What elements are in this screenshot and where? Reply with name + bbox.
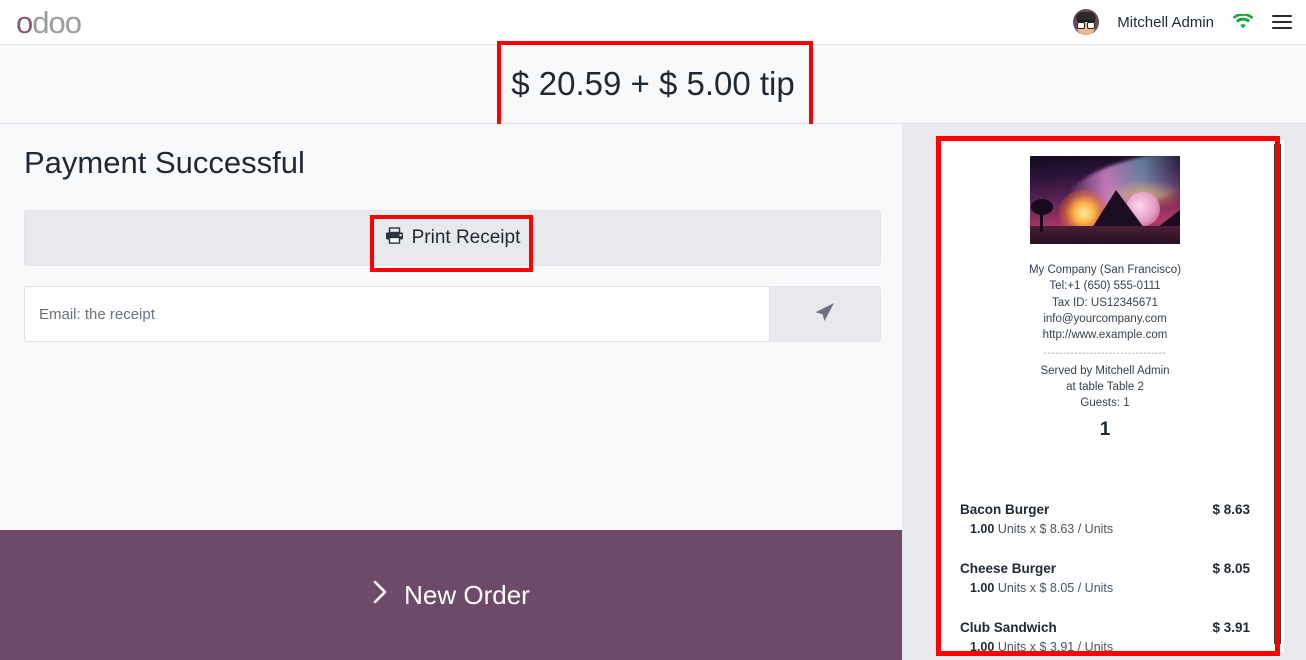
hamburger-line (1272, 27, 1292, 30)
hamburger-line (1272, 20, 1292, 24)
email-input[interactable] (24, 286, 769, 342)
receipt-served-by: Served by Mitchell Admin (1040, 364, 1170, 377)
payment-success-pane: Payment Successful Print Receipt (0, 124, 902, 530)
receipt-email: info@yourcompany.com (1043, 312, 1167, 325)
page-title: Payment Successful (24, 145, 305, 180)
navbar-right-group: Mitchell Admin (1073, 9, 1292, 35)
odoo-logo-first-letter: o (16, 4, 33, 40)
pos-payment-screen: o doo Mitchell Admin $ 20.59 + $ 5.00 ti… (0, 0, 1306, 660)
odoo-logo-rest: doo (32, 4, 82, 40)
new-order-inner: New Order (372, 578, 530, 613)
receipt-line-name: Club Sandwich (960, 619, 1057, 635)
chevron-right-icon (372, 578, 390, 613)
receipt-line-price: $ 8.05 (1212, 560, 1250, 576)
receipt-company-name: My Company (San Francisco) (1028, 264, 1182, 276)
paper-plane-icon (812, 300, 838, 329)
receipt-table: at table Table 2 (1066, 381, 1144, 394)
receipt-line-detail: 1.00 Units x $ 8.05 / Units (960, 580, 1250, 598)
receipt-line-item: Club Sandwich $ 3.91 1.00 Units x $ 3.91… (960, 618, 1250, 652)
receipt-line-unit-text: Units x $ 8.63 / Units (997, 521, 1114, 536)
company-logo-image (1030, 156, 1180, 244)
receipt-guests: Guests: 1 (1080, 397, 1130, 410)
receipt-content: My Company (San Francisco) Tel:+1 (650) … (942, 140, 1268, 652)
receipt-line-unit-text: Units x $ 3.91 / Units (997, 639, 1114, 652)
new-order-button[interactable]: New Order (0, 530, 902, 660)
receipt-line-qty: 1.00 (970, 580, 995, 595)
receipt-line-items: Bacon Burger $ 8.63 1.00 Units x $ 8.63 … (960, 500, 1250, 652)
receipt-line-detail: 1.00 Units x $ 3.91 / Units (960, 639, 1250, 652)
hamburger-line (1272, 14, 1292, 17)
odoo-logo[interactable]: o doo (16, 4, 82, 40)
avatar-hair (1076, 12, 1097, 20)
receipt-line-item: Cheese Burger $ 8.05 1.00 Units x $ 8.05… (960, 559, 1250, 598)
receipt-website: http://www.example.com (1042, 329, 1168, 342)
receipt-separator: -------------------------------- (1043, 347, 1167, 359)
receipt-line-price: $ 3.91 (1212, 619, 1250, 635)
user-avatar[interactable] (1073, 9, 1100, 35)
receipt-line-top: Club Sandwich $ 3.91 (960, 618, 1250, 637)
print-receipt-button[interactable]: Print Receipt (375, 221, 531, 256)
hamburger-menu-icon[interactable] (1272, 14, 1292, 30)
receipt-scrollbar[interactable] (1274, 144, 1281, 644)
email-receipt-row (24, 286, 881, 342)
receipt-line-top: Bacon Burger $ 8.63 (960, 500, 1250, 519)
avatar-glasses (1077, 20, 1096, 29)
logo-tree (1031, 199, 1053, 232)
username-label[interactable]: Mitchell Admin (1117, 14, 1214, 31)
receipt-tax-id: Tax ID: US12345671 (1051, 296, 1159, 309)
logo-ground (1030, 226, 1180, 244)
order-total-text: $ 20.59 + $ 5.00 tip (511, 65, 795, 102)
send-receipt-button[interactable] (769, 286, 881, 342)
receipt-phone: Tel:+1 (650) 555-0111 (1049, 280, 1161, 293)
receipt-order-number: 1 (1099, 418, 1111, 440)
receipt-preview-panel[interactable]: My Company (San Francisco) Tel:+1 (650) … (942, 140, 1284, 652)
receipt-line-item: Bacon Burger $ 8.63 1.00 Units x $ 8.63 … (960, 500, 1250, 539)
order-total-bar: $ 20.59 + $ 5.00 tip (0, 45, 1306, 124)
receipt-line-name: Cheese Burger (960, 560, 1057, 576)
wifi-icon[interactable] (1232, 14, 1254, 30)
receipt-line-price: $ 8.63 (1212, 501, 1250, 517)
top-navbar: o doo Mitchell Admin (0, 0, 1306, 45)
receipt-line-top: Cheese Burger $ 8.05 (960, 559, 1250, 578)
receipt-line-detail: 1.00 Units x $ 8.63 / Units (960, 521, 1250, 539)
print-receipt-bar: Print Receipt (24, 210, 881, 266)
printer-icon (385, 226, 404, 250)
receipt-sidebar: My Company (San Francisco) Tel:+1 (650) … (902, 124, 1306, 660)
receipt-line-unit-text: Units x $ 8.05 / Units (997, 580, 1114, 595)
receipt-line-qty: 1.00 (970, 521, 995, 536)
print-receipt-label: Print Receipt (411, 227, 521, 248)
receipt-line-qty: 1.00 (970, 639, 995, 652)
new-order-label: New Order (404, 579, 530, 610)
receipt-line-name: Bacon Burger (960, 501, 1050, 517)
